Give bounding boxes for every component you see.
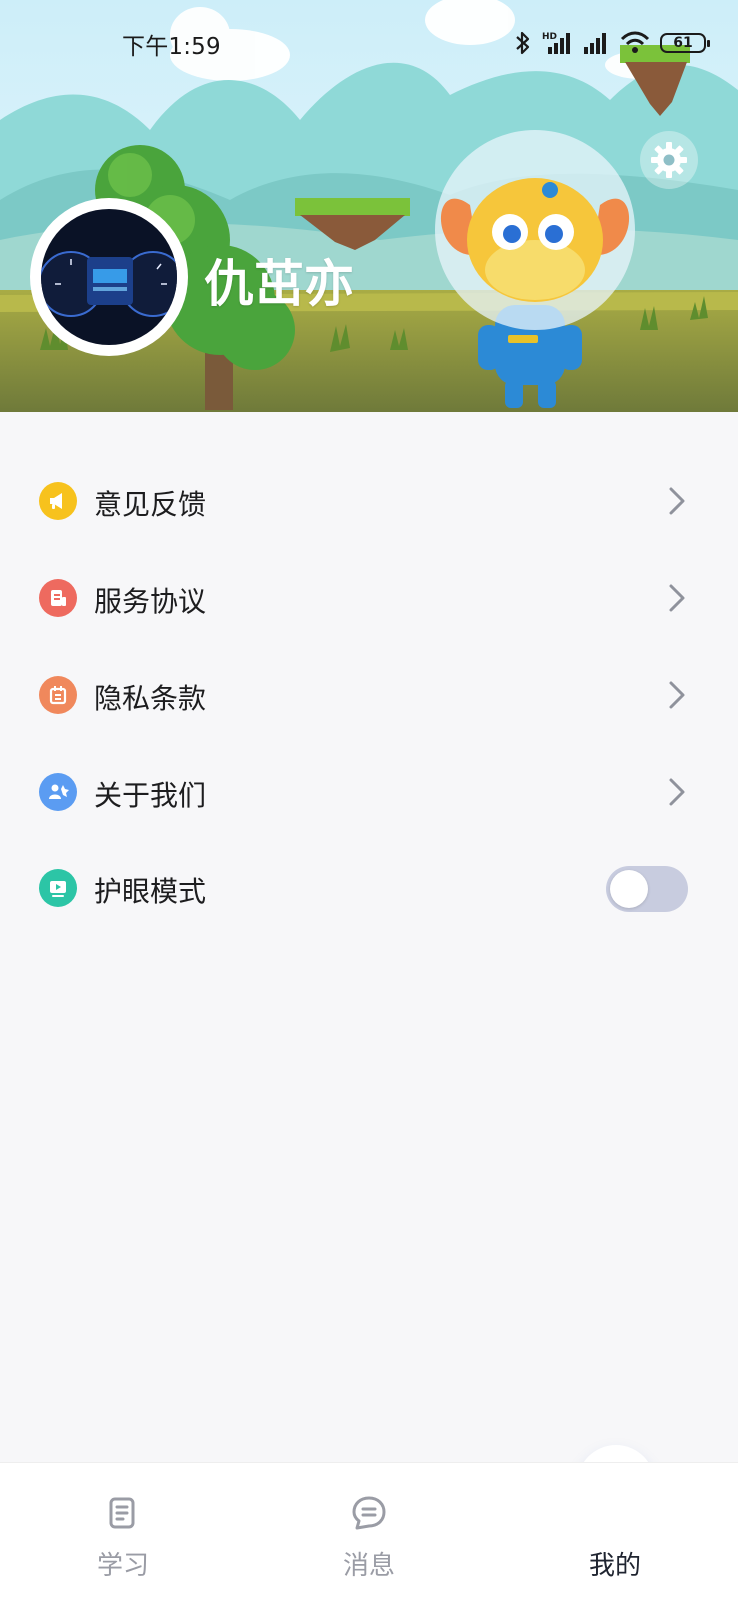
bluetooth-icon (516, 31, 530, 55)
avatar[interactable] (30, 198, 188, 356)
menu-item-label: 服务协议 (94, 585, 207, 618)
menu-item-label: 护眼模式 (94, 875, 207, 908)
gear-icon (651, 142, 687, 178)
menu-item-service-agreement[interactable]: 服务协议 (0, 550, 738, 646)
hd-signal-icon: HD (542, 32, 570, 54)
settings-button[interactable] (640, 131, 698, 189)
battery-level: 61 (673, 35, 693, 51)
status-bar: 下午1:59 HD 61 (0, 0, 738, 80)
people-icon (39, 773, 77, 811)
screen-icon (39, 869, 77, 907)
document-icon (39, 579, 77, 617)
tab-label: 学习 (96, 1551, 149, 1581)
tab-study[interactable]: 学习 (0, 1463, 246, 1601)
tab-label: 消息 (342, 1551, 395, 1581)
menu-item-label: 关于我们 (94, 779, 207, 812)
calendar-icon (39, 676, 77, 714)
battery-icon: 61 (660, 33, 710, 53)
username: 仇茁亦 (204, 255, 354, 313)
eye-care-toggle[interactable] (606, 866, 688, 912)
tab-messages[interactable]: 消息 (246, 1463, 492, 1601)
chevron-right-icon (669, 778, 685, 806)
dashboard-photo (41, 209, 177, 345)
profile-header: 下午1:59 HD 61 仇茁亦 (0, 0, 738, 412)
scroll-icon (109, 1497, 135, 1529)
tab-mine[interactable]: 我的 (492, 1463, 738, 1601)
status-icons: HD 61 (514, 28, 710, 58)
signal-icon (584, 33, 606, 54)
avatar-image (41, 209, 177, 345)
menu-item-label: 隐私条款 (94, 682, 207, 715)
status-time: 下午1:59 (122, 34, 221, 60)
toggle-knob (610, 870, 648, 908)
menu-item-privacy[interactable]: 隐私条款 (0, 647, 738, 743)
bottom-tab-bar: 学习 消息 我的 (0, 1462, 738, 1601)
chat-icon (352, 1496, 386, 1530)
chevron-right-icon (669, 584, 685, 612)
megaphone-icon (39, 482, 77, 520)
chevron-right-icon (669, 681, 685, 709)
menu-item-about-us[interactable]: 关于我们 (0, 744, 738, 840)
menu-item-feedback[interactable]: 意见反馈 (0, 453, 738, 549)
menu-item-eye-care-mode: 护眼模式 (0, 840, 738, 936)
wifi-icon (620, 31, 650, 53)
svg-text:HD: HD (542, 32, 557, 42)
chevron-right-icon (669, 487, 685, 515)
menu-item-label: 意见反馈 (94, 488, 207, 521)
tab-label: 我的 (588, 1551, 641, 1581)
